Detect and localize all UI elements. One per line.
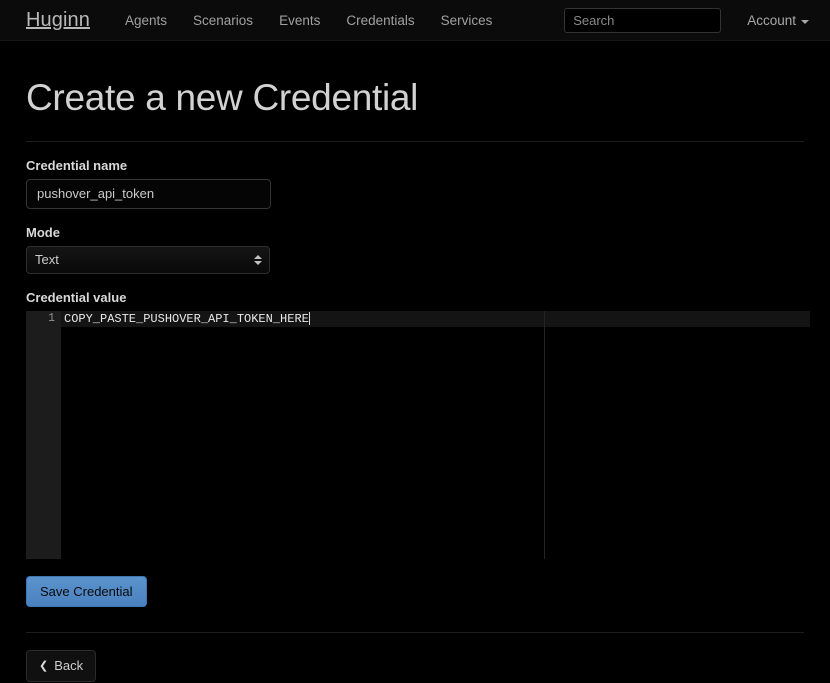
caret-down-icon — [801, 19, 809, 24]
footer-divider — [26, 632, 804, 634]
editor-gutter: 1 — [26, 310, 61, 559]
nav-link-scenarios[interactable]: Scenarios — [180, 0, 266, 41]
editor-print-margin-ruler — [544, 310, 545, 559]
primary-nav: Agents Scenarios Events Credentials Serv… — [112, 0, 505, 41]
mode-label: Mode — [26, 224, 60, 240]
nav-item-credentials[interactable]: Credentials — [333, 0, 427, 41]
mode-select[interactable]: Text JSON — [26, 245, 270, 274]
editor-text-cursor — [308, 312, 310, 326]
mode-select-wrapper: Text JSON — [26, 245, 270, 274]
search-input[interactable] — [564, 8, 722, 33]
nav-item-services[interactable]: Services — [428, 0, 506, 41]
editor-line-1-text: COPY_PASTE_PUSHOVER_API_TOKEN_HERE — [64, 311, 309, 326]
code-editor[interactable]: 1 COPY_PASTE_PUSHOVER_API_TOKEN_HERE — [26, 310, 810, 559]
account-menu[interactable]: Account — [747, 13, 809, 28]
credential-name-label: Credential name — [26, 157, 128, 173]
save-credential-button[interactable]: Save Credential — [26, 575, 147, 608]
credential-value-label: Credential value — [26, 289, 127, 305]
editor-line-number: 1 — [48, 311, 55, 325]
credential-value-group: Credential value 1 COPY_PASTE_PUSHOVER_A… — [26, 289, 810, 559]
nav-link-agents[interactable]: Agents — [112, 0, 180, 41]
back-button[interactable]: ❮ Back — [26, 650, 97, 682]
back-button-label: Back — [54, 658, 84, 674]
navbar: Huginn Agents Scenarios Events Credentia… — [0, 0, 830, 41]
credential-name-group: Credential name — [26, 158, 804, 209]
title-divider — [26, 140, 804, 142]
nav-link-events[interactable]: Events — [266, 0, 333, 41]
nav-link-services[interactable]: Services — [428, 0, 506, 41]
account-menu-label: Account — [747, 13, 796, 28]
nav-link-credentials[interactable]: Credentials — [333, 0, 427, 41]
navbar-right: Account — [564, 0, 830, 41]
brand-logo[interactable]: Huginn — [26, 10, 90, 30]
nav-item-agents[interactable]: Agents — [112, 0, 180, 41]
editor-line-1[interactable]: COPY_PASTE_PUSHOVER_API_TOKEN_HERE — [61, 311, 310, 327]
mode-group: Mode Text JSON — [26, 225, 804, 274]
page-title: Create a new Credential — [26, 77, 419, 118]
nav-item-events[interactable]: Events — [266, 0, 333, 41]
nav-item-scenarios[interactable]: Scenarios — [180, 0, 266, 41]
credential-name-input[interactable] — [26, 178, 271, 209]
chevron-left-icon: ❮ — [39, 659, 49, 672]
main-content: Create a new Credential Credential name … — [0, 77, 830, 682]
